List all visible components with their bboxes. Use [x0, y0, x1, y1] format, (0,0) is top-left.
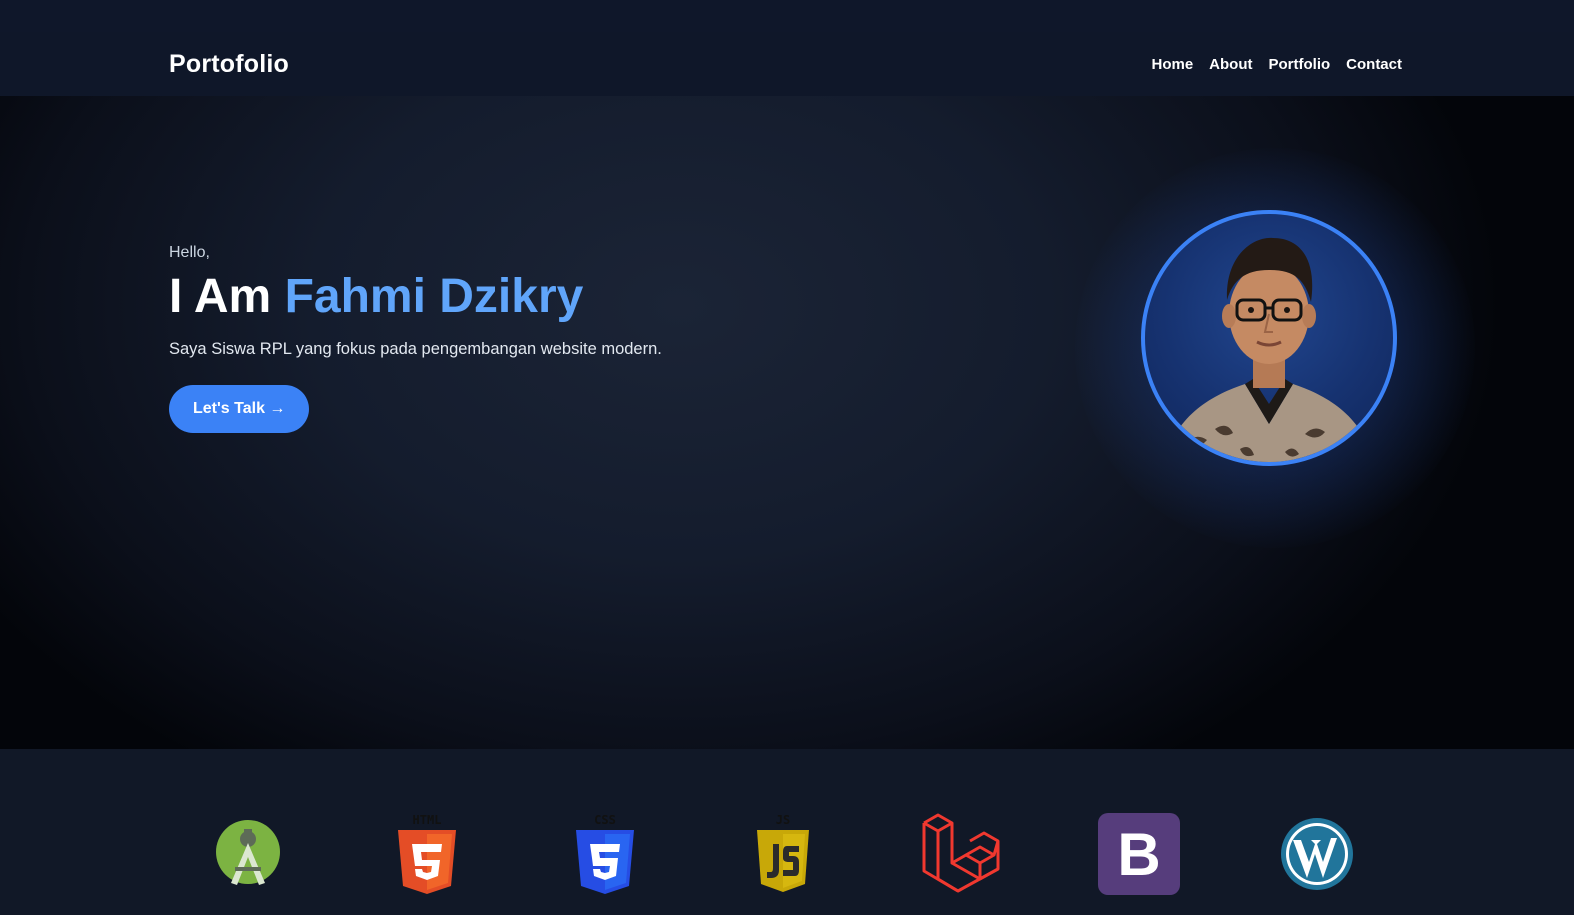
- bootstrap-icon: B: [1096, 811, 1182, 897]
- bootstrap-letter: B: [1117, 821, 1160, 888]
- js-badge-text: JS: [776, 813, 790, 827]
- navbar: Portofolio Home About Portfolio Contact: [0, 32, 1574, 96]
- html5-icon: HTML: [384, 811, 470, 897]
- top-strip: [0, 0, 1574, 32]
- greeting-text: Hello,: [169, 244, 210, 261]
- hero-tagline: Saya Siswa RPL yang fokus pada pengemban…: [169, 340, 662, 359]
- css3-badge-text: CSS: [594, 813, 616, 827]
- nav-link-portfolio[interactable]: Portfolio: [1269, 56, 1331, 73]
- android-studio-icon: [205, 811, 291, 897]
- tech-stack-bar: HTML CSS JS B: [0, 749, 1574, 915]
- headline-prefix: I Am: [169, 270, 272, 323]
- profile-photo: [1141, 210, 1397, 466]
- nav-links: Home About Portfolio Contact: [1151, 56, 1402, 73]
- nav-link-about[interactable]: About: [1209, 56, 1252, 73]
- hero-headline: I Am Fahmi Dzikry: [169, 270, 869, 323]
- hero-name: Fahmi Dzikry: [284, 270, 584, 323]
- html5-badge-text: HTML: [413, 813, 442, 827]
- brand-logo[interactable]: Portofolio: [169, 50, 289, 79]
- lets-talk-button[interactable]: Let's Talk →: [169, 385, 310, 434]
- javascript-icon: JS: [740, 811, 826, 897]
- nav-link-home[interactable]: Home: [1151, 56, 1193, 73]
- hero-text: Hello, I Am Fahmi Dzikry Saya Siswa RPL …: [169, 244, 869, 434]
- profile-photo-illustration: [1165, 237, 1373, 462]
- laravel-icon: [918, 811, 1004, 897]
- wordpress-icon: [1274, 811, 1360, 897]
- css3-icon: CSS: [562, 811, 648, 897]
- tech-icons-row: HTML CSS JS B: [0, 811, 1574, 897]
- nav-link-contact[interactable]: Contact: [1346, 56, 1402, 73]
- hero-section: Hello, I Am Fahmi Dzikry Saya Siswa RPL …: [0, 96, 1574, 749]
